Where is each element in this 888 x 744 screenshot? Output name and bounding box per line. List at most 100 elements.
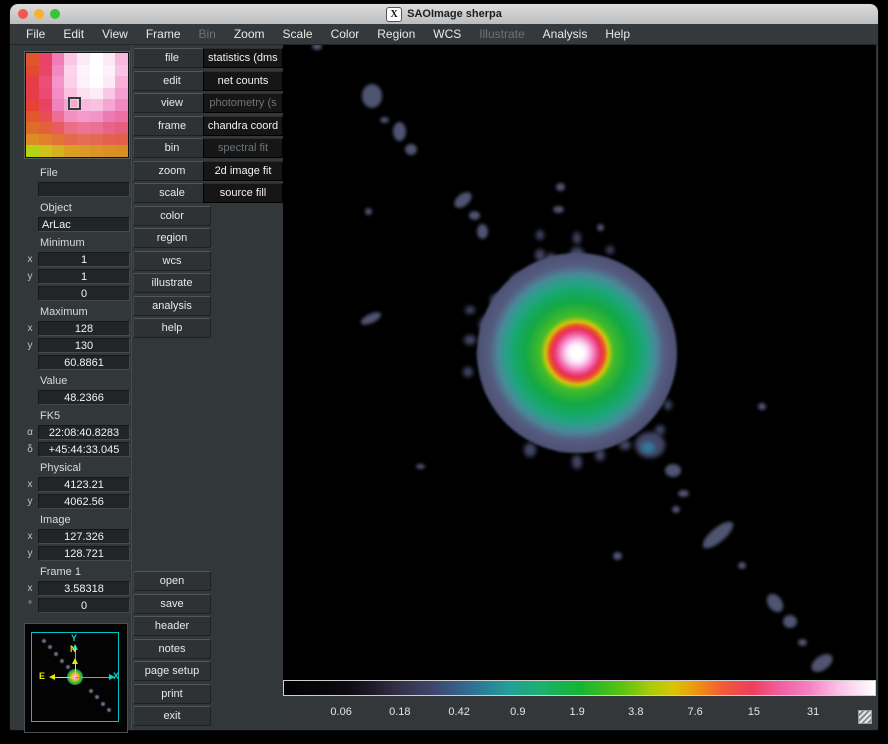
button-save[interactable]: save	[133, 594, 211, 614]
button-zoom[interactable]: zoom	[133, 161, 211, 181]
readout-trail-blob	[416, 464, 425, 469]
button-wcs[interactable]: wcs	[133, 251, 211, 271]
button-illustrate[interactable]: illustrate	[133, 273, 211, 293]
button-file[interactable]: file	[133, 48, 211, 68]
menu-file[interactable]: File	[17, 24, 54, 45]
button-edit[interactable]: edit	[133, 71, 211, 91]
magnifier-pixel	[115, 134, 128, 146]
menu-frame[interactable]: Frame	[137, 24, 190, 45]
frame-rotation[interactable]: 0	[38, 598, 130, 613]
magnifier-pixel	[26, 76, 39, 88]
image-x[interactable]: 127.326	[38, 529, 130, 544]
panner-panel[interactable]: X Y N E	[24, 623, 128, 733]
compass-label: Y	[71, 633, 77, 643]
button-region[interactable]: region	[133, 228, 211, 248]
menu-region[interactable]: Region	[368, 24, 424, 45]
menu-view[interactable]: View	[93, 24, 137, 45]
button-print[interactable]: print	[133, 684, 211, 704]
maximum-x[interactable]: 128	[38, 321, 130, 336]
fk5-ra[interactable]: 22:08:40.8283	[38, 425, 130, 440]
button-open[interactable]: open	[133, 571, 211, 591]
maximum-value[interactable]: 60.8861	[38, 355, 130, 370]
colorbar-tick: 0.42	[448, 706, 469, 718]
readout-trail-blob	[678, 490, 689, 497]
field-prefix: δ	[22, 444, 38, 455]
psf-wing	[524, 443, 536, 457]
magnifier-pixel	[64, 65, 77, 77]
magnifier-pixel	[39, 111, 52, 123]
button-frame[interactable]: frame	[133, 116, 211, 136]
menu-analysis[interactable]: Analysis	[534, 24, 597, 45]
magnifier-pixel	[90, 53, 103, 65]
field-prefix: y	[22, 548, 38, 559]
frame-zoom[interactable]: 3.58318	[38, 581, 130, 596]
compass-arrow	[72, 655, 78, 664]
menu-edit[interactable]: Edit	[54, 24, 93, 45]
magnifier-pixel	[115, 88, 128, 100]
menu-help[interactable]: Help	[596, 24, 639, 45]
button-help[interactable]: help	[133, 318, 211, 338]
readout-trail-blob	[451, 189, 474, 211]
analysis-button-photometry-s: photometry (s	[203, 93, 283, 113]
physical-x[interactable]: 4123.21	[38, 477, 130, 492]
readout-trail-blob	[764, 591, 787, 615]
compass-label: E	[39, 671, 45, 681]
field-prefix: y	[22, 271, 38, 282]
resize-grip[interactable]	[858, 710, 872, 724]
menu-scale[interactable]: Scale	[274, 24, 322, 45]
section-label-image: Image	[40, 514, 130, 526]
colorbar-tick: 0.9	[510, 706, 525, 718]
object-value[interactable]: ArLac	[38, 217, 130, 232]
magnifier-pixel	[64, 111, 77, 123]
file-value[interactable]	[38, 182, 130, 197]
image-y[interactable]: 128.721	[38, 546, 130, 561]
button-notes[interactable]: notes	[133, 639, 211, 659]
colorbar[interactable]	[283, 680, 876, 696]
button-header[interactable]: header	[133, 616, 211, 636]
close-window-button[interactable]	[18, 9, 28, 19]
panel-separator	[131, 45, 132, 730]
menu-zoom[interactable]: Zoom	[225, 24, 274, 45]
zoom-window-button[interactable]	[50, 9, 60, 19]
minimize-window-button[interactable]	[34, 9, 44, 19]
analysis-button-2d-image-fit[interactable]: 2d image fit	[203, 161, 283, 181]
magnifier-pixel	[39, 65, 52, 77]
magnifier-pixel	[52, 122, 65, 134]
readout-trail-blob	[699, 517, 737, 552]
physical-y[interactable]: 4062.56	[38, 494, 130, 509]
magnifier-pixel	[90, 65, 103, 77]
desktop: X SAOImage sherpa FileEditViewFrameBinZo…	[0, 0, 888, 744]
button-scale[interactable]: scale	[133, 183, 211, 203]
magnifier-pixel	[77, 76, 90, 88]
analysis-button-statistics-dms[interactable]: statistics (dms	[203, 48, 283, 68]
fk5-dec[interactable]: +45:44:33.045	[38, 442, 130, 457]
compass-label: X	[113, 671, 119, 681]
pixel-value[interactable]: 48.2366	[38, 390, 130, 405]
menu-wcs[interactable]: WCS	[424, 24, 470, 45]
button-analysis[interactable]: analysis	[133, 296, 211, 316]
button-page-setup[interactable]: page setup	[133, 661, 211, 681]
colorbar-tick: 1.9	[569, 706, 584, 718]
magnifier-pixel	[103, 134, 116, 146]
window-title: SAOImage sherpa	[407, 8, 502, 20]
analysis-button-chandra-coord[interactable]: chandra coord	[203, 116, 283, 136]
button-color[interactable]: color	[133, 206, 211, 226]
magnifier-panel	[24, 51, 130, 159]
psf-wing	[572, 455, 582, 469]
colorbar-tick: 3.8	[628, 706, 643, 718]
minimum-value[interactable]: 0	[38, 286, 130, 301]
analysis-button-net-counts[interactable]: net counts	[203, 71, 283, 91]
maximum-y[interactable]: 130	[38, 338, 130, 353]
section-label-physical: Physical	[40, 462, 130, 474]
magnifier-pixel	[103, 111, 116, 123]
menu-color[interactable]: Color	[322, 24, 369, 45]
minimum-x[interactable]: 1	[38, 252, 130, 267]
magnifier-pixel	[64, 53, 77, 65]
panner-trail-dot	[66, 665, 70, 669]
button-view[interactable]: view	[133, 93, 211, 113]
minimum-y[interactable]: 1	[38, 269, 130, 284]
analysis-button-source-fill[interactable]: source fill	[203, 183, 283, 203]
button-bin[interactable]: bin	[133, 138, 211, 158]
image-canvas[interactable]	[283, 45, 876, 680]
button-exit[interactable]: exit	[133, 706, 211, 726]
